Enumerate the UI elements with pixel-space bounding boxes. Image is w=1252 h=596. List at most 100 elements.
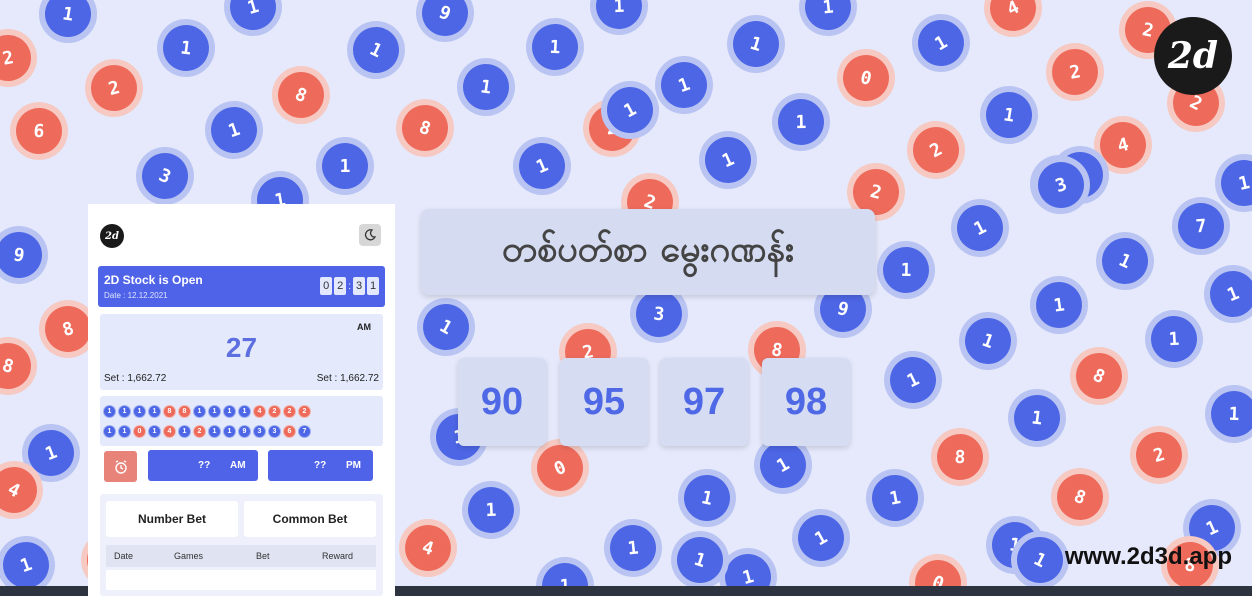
history-dot: 1 [104, 406, 115, 417]
decorative-ball: 1 [777, 98, 825, 146]
decorative-ball: 1 [41, 0, 95, 41]
decorative-ball: 1 [679, 470, 735, 526]
decorative-ball: 1 [1149, 314, 1199, 364]
history-dot: 1 [149, 406, 160, 417]
history-dot: 1 [104, 426, 115, 437]
decorative-ball: 1 [322, 143, 368, 189]
history-dot: 1 [209, 426, 220, 437]
decorative-ball: 1 [1210, 390, 1252, 438]
headline-box: တစ်ပတ်စာ မွေးဂဏန်း [421, 209, 875, 295]
decorative-ball: 2 [0, 31, 35, 85]
decorative-ball: 2 [904, 118, 968, 182]
status-title: 2D Stock is Open [104, 273, 203, 287]
tab-number-bet[interactable]: Number Bet [106, 501, 238, 537]
status-banner: 2D Stock is Open Date : 12.12.2021 0 2 :… [98, 266, 385, 307]
history-dot: 1 [134, 406, 145, 417]
decorative-ball: 3 [633, 288, 685, 340]
decorative-ball: 6 [14, 106, 64, 156]
decorative-ball: 1 [467, 486, 515, 534]
alarm-button[interactable] [104, 451, 137, 482]
decorative-ball: 1 [727, 15, 785, 73]
history-dot: 4 [254, 406, 265, 417]
decorative-ball: 8 [271, 65, 331, 125]
brand-logo: 2d [1154, 17, 1232, 95]
history-dot: 9 [239, 426, 250, 437]
decorative-ball: 2 [85, 59, 143, 117]
decorative-ball: 1 [1094, 230, 1156, 292]
history-dot: 3 [269, 426, 280, 437]
am-slot-button[interactable]: ?? AM [148, 450, 258, 481]
history-dot: 1 [194, 406, 205, 417]
decorative-ball: 0 [529, 437, 591, 499]
history-dot: 2 [269, 406, 280, 417]
result-number: 27 [225, 332, 258, 363]
history-dot: 1 [119, 406, 130, 417]
history-dot: 2 [299, 406, 310, 417]
moon-icon [364, 229, 376, 241]
alarm-clock-icon [114, 459, 127, 474]
decorative-ball: 8 [1050, 467, 1110, 527]
decorative-ball: 1 [607, 522, 659, 574]
decorative-ball: 7 [1176, 201, 1226, 251]
app-screenshot: 2d 2D Stock is Open Date : 12.12.2021 0 … [88, 204, 395, 596]
decorative-ball: 1 [595, 0, 643, 30]
decorative-ball: 1 [868, 471, 922, 525]
decorative-ball: 1 [204, 100, 264, 160]
history-dot: 1 [149, 426, 160, 437]
decorative-ball: 1 [345, 19, 407, 81]
history-dot: 2 [284, 406, 295, 417]
decorative-ball: 1 [654, 55, 714, 115]
decorative-ball: 0 [838, 50, 894, 106]
dot-row: 11014121193367 [104, 426, 310, 437]
bet-table-header: Date Games Bet Reward [106, 545, 376, 567]
decorative-ball: 1 [982, 88, 1036, 142]
am-slot-value: ?? [198, 460, 211, 471]
decorative-ball: 8 [935, 432, 985, 482]
col-date: Date [114, 551, 134, 561]
pm-slot-button[interactable]: ?? PM [268, 450, 373, 481]
decorative-ball: 1 [511, 135, 573, 197]
decorative-ball: 1 [160, 22, 212, 74]
decorative-ball: 3 [134, 145, 196, 207]
decorative-ball: 4 [1095, 117, 1151, 173]
timer-separator: : [348, 280, 351, 292]
decorative-ball: 2 [1048, 45, 1102, 99]
decorative-ball: 1 [1011, 392, 1063, 444]
decorative-ball: 1 [414, 295, 478, 359]
session-label: AM [357, 322, 371, 332]
pm-slot-label: PM [346, 460, 361, 471]
col-reward: Reward [322, 551, 354, 561]
lucky-number-3: 97 [660, 358, 748, 446]
bet-panel: Number Bet Common Bet Date Games Bet Rew… [100, 494, 383, 596]
history-dot: 8 [179, 406, 190, 417]
history-dot: 6 [284, 426, 295, 437]
history-dots: 11118811114222 11014121193367 [100, 396, 383, 446]
pm-slot-value: ?? [314, 460, 327, 471]
decorative-ball: 1 [1033, 279, 1085, 331]
history-dot: 4 [164, 426, 175, 437]
lucky-number-4: 98 [762, 358, 850, 446]
decorative-ball: 1 [949, 197, 1011, 259]
tab-common-bet[interactable]: Common Bet [244, 501, 376, 537]
decorative-ball: 1 [882, 246, 930, 294]
col-bet: Bet [256, 551, 270, 561]
website-url: www.2d3d.app [1064, 543, 1232, 570]
history-dot: 1 [224, 426, 235, 437]
set-value-left: Set : 1,662.72 [104, 373, 167, 384]
decorative-ball: 1 [224, 0, 282, 36]
app-logo: 2d [100, 224, 124, 248]
decorative-ball: 8 [0, 337, 37, 395]
theme-toggle-button[interactable] [359, 224, 381, 246]
decorative-ball: 1 [789, 506, 853, 570]
dot-row: 11118811114222 [104, 406, 310, 417]
table-row [106, 570, 376, 590]
status-date: Date : 12.12.2021 [104, 291, 168, 300]
decorative-ball: 2 [1130, 426, 1188, 484]
lucky-number-1: 90 [458, 358, 546, 446]
history-dot: 1 [179, 426, 190, 437]
decorative-ball: 1 [671, 531, 729, 589]
decorative-ball: 4 [982, 0, 1044, 39]
decorative-ball: 1 [882, 349, 944, 411]
history-dot: 0 [134, 426, 145, 437]
timer-digit: 1 [367, 277, 379, 295]
